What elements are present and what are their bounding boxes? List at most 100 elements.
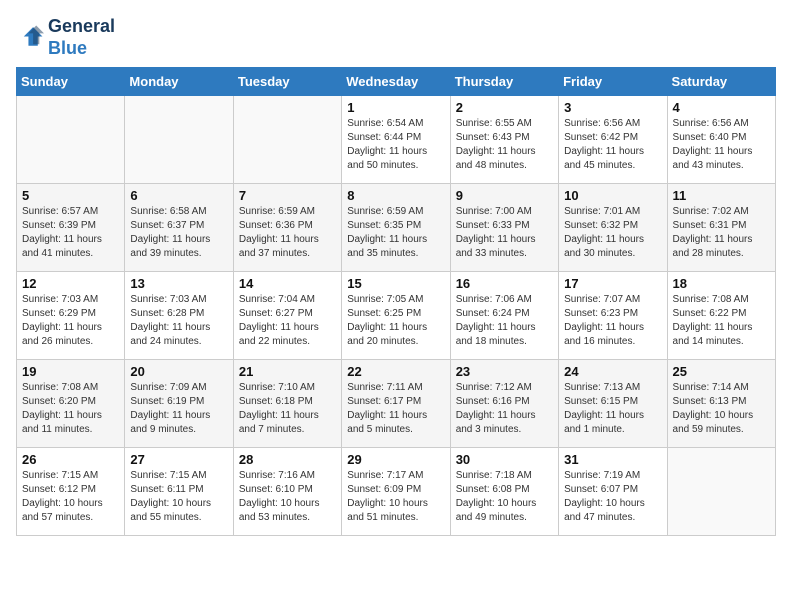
day-info: Sunrise: 7:12 AM Sunset: 6:16 PM Dayligh…: [456, 381, 553, 437]
day-number: 21: [239, 364, 336, 379]
weekday-header-friday: Friday: [559, 68, 667, 96]
calendar-cell: 10 Sunrise: 7:01 AM Sunset: 6:32 PM Dayli…: [559, 184, 667, 272]
day-info: Sunrise: 6:55 AM Sunset: 6:43 PM Dayligh…: [456, 117, 553, 173]
calendar-cell: 20Sunrise: 7:09 AM Sunset: 6:19 PM Dayli…: [125, 360, 233, 448]
day-number: 28: [239, 452, 336, 467]
day-number: 16: [456, 276, 553, 291]
calendar-cell: 26 Sunrise: 7:15 AM Sunset: 6:12 PM Dayli…: [17, 448, 125, 536]
day-info: Sunrise: 6:56 AM Sunset: 6:42 PM Dayligh…: [564, 117, 661, 173]
calendar-cell: 30 Sunrise: 7:18 AM Sunset: 6:08 PM Dayli…: [450, 448, 558, 536]
calendar-cell: 24Sunrise: 7:13 AM Sunset: 6:15 PM Dayli…: [559, 360, 667, 448]
day-number: 25: [673, 364, 770, 379]
calendar-cell: 4Sunrise: 6:56 AM Sunset: 6:40 PM Daylig…: [667, 96, 775, 184]
calendar-cell: [233, 96, 341, 184]
weekday-header-saturday: Saturday: [667, 68, 775, 96]
week-row-4: 19Sunrise: 7:08 AM Sunset: 6:20 PM Dayli…: [17, 360, 776, 448]
day-number: 17: [564, 276, 661, 291]
day-info: Sunrise: 6:59 AM Sunset: 6:35 PM Dayligh…: [347, 205, 444, 261]
week-row-1: 1 Sunrise: 6:54 AM Sunset: 6:44 PM Daylig…: [17, 96, 776, 184]
day-info: Sunrise: 7:01 AM Sunset: 6:32 PM Dayligh…: [564, 205, 661, 261]
day-info: Sunrise: 6:56 AM Sunset: 6:40 PM Dayligh…: [673, 117, 770, 173]
day-info: Sunrise: 7:08 AM Sunset: 6:20 PM Dayligh…: [22, 381, 119, 437]
calendar-cell: [125, 96, 233, 184]
day-info: Sunrise: 6:54 AM Sunset: 6:44 PM Dayligh…: [347, 117, 444, 173]
day-number: 7: [239, 188, 336, 203]
day-info: Sunrise: 6:59 AM Sunset: 6:36 PM Dayligh…: [239, 205, 336, 261]
calendar-cell: 11Sunrise: 7:02 AM Sunset: 6:31 PM Dayli…: [667, 184, 775, 272]
calendar-table: SundayMondayTuesdayWednesdayThursdayFrid…: [16, 67, 776, 536]
day-number: 2: [456, 100, 553, 115]
week-row-5: 26 Sunrise: 7:15 AM Sunset: 6:12 PM Dayli…: [17, 448, 776, 536]
day-info: Sunrise: 6:58 AM Sunset: 6:37 PM Dayligh…: [130, 205, 227, 261]
calendar-cell: 18 Sunrise: 7:08 AM Sunset: 6:22 PM Dayli…: [667, 272, 775, 360]
day-info: Sunrise: 6:57 AM Sunset: 6:39 PM Dayligh…: [22, 205, 119, 261]
day-info: Sunrise: 7:05 AM Sunset: 6:25 PM Dayligh…: [347, 293, 444, 349]
day-number: 15: [347, 276, 444, 291]
calendar-cell: 23 Sunrise: 7:12 AM Sunset: 6:16 PM Dayli…: [450, 360, 558, 448]
calendar-cell: 5 Sunrise: 6:57 AM Sunset: 6:39 PM Daylig…: [17, 184, 125, 272]
day-number: 10: [564, 188, 661, 203]
calendar-cell: [17, 96, 125, 184]
day-info: Sunrise: 7:06 AM Sunset: 6:24 PM Dayligh…: [456, 293, 553, 349]
weekday-header-wednesday: Wednesday: [342, 68, 450, 96]
day-number: 18: [673, 276, 770, 291]
calendar-cell: 27 Sunrise: 7:15 AM Sunset: 6:11 PM Dayli…: [125, 448, 233, 536]
calendar-cell: 12Sunrise: 7:03 AM Sunset: 6:29 PM Dayli…: [17, 272, 125, 360]
day-info: Sunrise: 7:04 AM Sunset: 6:27 PM Dayligh…: [239, 293, 336, 349]
calendar-cell: 28 Sunrise: 7:16 AM Sunset: 6:10 PM Dayli…: [233, 448, 341, 536]
day-info: Sunrise: 7:15 AM Sunset: 6:12 PM Dayligh…: [22, 469, 119, 525]
day-info: Sunrise: 7:17 AM Sunset: 6:09 PM Dayligh…: [347, 469, 444, 525]
day-number: 5: [22, 188, 119, 203]
weekday-header-thursday: Thursday: [450, 68, 558, 96]
calendar-cell: 3 Sunrise: 6:56 AM Sunset: 6:42 PM Daylig…: [559, 96, 667, 184]
day-info: Sunrise: 7:16 AM Sunset: 6:10 PM Dayligh…: [239, 469, 336, 525]
day-info: Sunrise: 7:03 AM Sunset: 6:28 PM Dayligh…: [130, 293, 227, 349]
day-number: 6: [130, 188, 227, 203]
day-number: 3: [564, 100, 661, 115]
day-info: Sunrise: 7:19 AM Sunset: 6:07 PM Dayligh…: [564, 469, 661, 525]
calendar-cell: 13Sunrise: 7:03 AM Sunset: 6:28 PM Dayli…: [125, 272, 233, 360]
day-number: 26: [22, 452, 119, 467]
calendar-cell: 14 Sunrise: 7:04 AM Sunset: 6:27 PM Dayli…: [233, 272, 341, 360]
calendar-cell: 19Sunrise: 7:08 AM Sunset: 6:20 PM Dayli…: [17, 360, 125, 448]
logo-text: General Blue: [48, 16, 115, 59]
day-info: Sunrise: 7:07 AM Sunset: 6:23 PM Dayligh…: [564, 293, 661, 349]
calendar-cell: [667, 448, 775, 536]
weekday-header-sunday: Sunday: [17, 68, 125, 96]
day-number: 23: [456, 364, 553, 379]
calendar-cell: 25Sunrise: 7:14 AM Sunset: 6:13 PM Dayli…: [667, 360, 775, 448]
calendar-cell: 2 Sunrise: 6:55 AM Sunset: 6:43 PM Daylig…: [450, 96, 558, 184]
day-info: Sunrise: 7:09 AM Sunset: 6:19 PM Dayligh…: [130, 381, 227, 437]
calendar-cell: 22 Sunrise: 7:11 AM Sunset: 6:17 PM Dayli…: [342, 360, 450, 448]
day-info: Sunrise: 7:08 AM Sunset: 6:22 PM Dayligh…: [673, 293, 770, 349]
calendar-cell: 6 Sunrise: 6:58 AM Sunset: 6:37 PM Daylig…: [125, 184, 233, 272]
weekday-header-row: SundayMondayTuesdayWednesdayThursdayFrid…: [17, 68, 776, 96]
day-number: 29: [347, 452, 444, 467]
day-number: 14: [239, 276, 336, 291]
day-number: 12: [22, 276, 119, 291]
calendar-cell: 9 Sunrise: 7:00 AM Sunset: 6:33 PM Daylig…: [450, 184, 558, 272]
day-info: Sunrise: 7:11 AM Sunset: 6:17 PM Dayligh…: [347, 381, 444, 437]
week-row-2: 5 Sunrise: 6:57 AM Sunset: 6:39 PM Daylig…: [17, 184, 776, 272]
day-number: 1: [347, 100, 444, 115]
calendar-cell: 15 Sunrise: 7:05 AM Sunset: 6:25 PM Dayli…: [342, 272, 450, 360]
week-row-3: 12Sunrise: 7:03 AM Sunset: 6:29 PM Dayli…: [17, 272, 776, 360]
logo-icon: [16, 24, 44, 52]
day-info: Sunrise: 7:10 AM Sunset: 6:18 PM Dayligh…: [239, 381, 336, 437]
day-number: 11: [673, 188, 770, 203]
day-number: 9: [456, 188, 553, 203]
calendar-cell: 16 Sunrise: 7:06 AM Sunset: 6:24 PM Dayli…: [450, 272, 558, 360]
calendar-cell: 29 Sunrise: 7:17 AM Sunset: 6:09 PM Dayli…: [342, 448, 450, 536]
day-info: Sunrise: 7:15 AM Sunset: 6:11 PM Dayligh…: [130, 469, 227, 525]
calendar-cell: 21 Sunrise: 7:10 AM Sunset: 6:18 PM Dayli…: [233, 360, 341, 448]
day-info: Sunrise: 7:13 AM Sunset: 6:15 PM Dayligh…: [564, 381, 661, 437]
calendar-cell: 1 Sunrise: 6:54 AM Sunset: 6:44 PM Daylig…: [342, 96, 450, 184]
calendar-cell: 17 Sunrise: 7:07 AM Sunset: 6:23 PM Dayli…: [559, 272, 667, 360]
day-info: Sunrise: 7:00 AM Sunset: 6:33 PM Dayligh…: [456, 205, 553, 261]
calendar-cell: 7 Sunrise: 6:59 AM Sunset: 6:36 PM Daylig…: [233, 184, 341, 272]
page-header: General Blue: [16, 16, 776, 59]
day-number: 22: [347, 364, 444, 379]
day-number: 27: [130, 452, 227, 467]
day-number: 30: [456, 452, 553, 467]
day-info: Sunrise: 7:18 AM Sunset: 6:08 PM Dayligh…: [456, 469, 553, 525]
